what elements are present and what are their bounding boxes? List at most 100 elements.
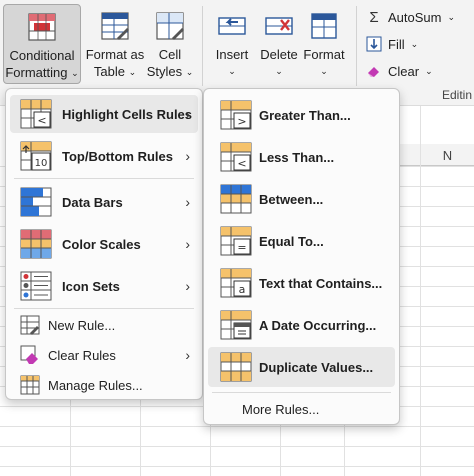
manage-rules-icon: [20, 375, 40, 395]
insert-cells-icon: [218, 17, 246, 35]
conditional-formatting-button[interactable]: Conditional Formatting ⌄: [3, 4, 81, 84]
chevron-right-icon: ›: [185, 278, 190, 294]
submenu-item-label: More Rules...: [242, 401, 320, 417]
autosum-button[interactable]: Σ AutoSum ⌄: [366, 8, 456, 26]
chevron-down-icon: ⌄: [275, 66, 283, 76]
svg-text:a: a: [239, 283, 246, 296]
chevron-down-icon: ⌄: [320, 66, 328, 76]
svg-text:<: <: [237, 157, 246, 170]
submenu-item-duplicate-values[interactable]: Duplicate Values...: [208, 347, 395, 387]
conditional-formatting-menu: < Highlight Cells Rules › 10 Top/Bottom …: [5, 88, 203, 400]
duplicate-values-icon: [220, 352, 252, 382]
menu-item-top-bottom-rules[interactable]: 10 Top/Bottom Rules ›: [10, 137, 198, 175]
chevron-right-icon: ›: [185, 106, 190, 122]
clear-label: Clear: [388, 63, 420, 79]
menu-item-label: Highlight Cells Rules: [62, 106, 193, 122]
cell-styles-label-1: Cell: [158, 47, 182, 62]
new-rule-icon: [20, 315, 40, 335]
format-label: Format: [303, 47, 345, 62]
submenu-item-label: Less Than...: [259, 149, 335, 165]
between-icon: [220, 184, 252, 214]
menu-separator: [212, 392, 391, 393]
format-as-table-button[interactable]: Format as Table ⌄: [85, 10, 145, 81]
highlight-cells-icon: <: [20, 99, 52, 129]
svg-text:>: >: [237, 115, 246, 128]
submenu-item-equal-to[interactable]: = Equal To...: [208, 221, 395, 261]
cell-styles-label-2: Styles ⌄: [146, 64, 194, 79]
cell-styles-button[interactable]: Cell Styles ⌄: [145, 10, 195, 81]
conditional-formatting-label-2: Formatting ⌄: [5, 65, 79, 80]
menu-item-label: New Rule...: [48, 317, 116, 333]
submenu-item-label: Greater Than...: [259, 107, 351, 123]
ribbon-divider: [202, 6, 203, 86]
menu-item-label: Manage Rules...: [48, 377, 143, 393]
equal-to-icon: =: [220, 226, 252, 256]
svg-text:=: =: [237, 241, 246, 254]
cell-styles-icon: [156, 12, 184, 40]
menu-item-icon-sets[interactable]: Icon Sets ›: [10, 267, 198, 305]
sigma-icon: Σ: [369, 8, 379, 26]
fill-down-icon: [366, 36, 382, 52]
submenu-item-greater-than[interactable]: > Greater Than...: [208, 95, 395, 135]
fill-button[interactable]: Fill ⌄: [366, 36, 418, 52]
menu-separator: [14, 178, 194, 179]
clear-rules-icon: [20, 345, 38, 364]
chevron-down-icon: ⌄: [228, 66, 236, 76]
format-as-table-label-2: Table ⌄: [93, 64, 137, 79]
chevron-down-icon: ⌄: [447, 11, 456, 22]
column-header-n[interactable]: N: [420, 144, 474, 166]
format-as-table-label-1: Format as: [85, 47, 145, 62]
color-scales-icon: [20, 229, 52, 259]
insert-label: Insert: [215, 47, 249, 62]
menu-item-label: Clear Rules: [48, 347, 116, 363]
svg-text:<: <: [37, 114, 46, 127]
menu-item-clear-rules[interactable]: Clear Rules ›: [10, 341, 198, 369]
fill-label: Fill: [388, 36, 405, 52]
chevron-down-icon: ⌄: [425, 65, 433, 76]
chevron-down-icon: ⌄: [128, 67, 137, 78]
submenu-item-more-rules[interactable]: More Rules...: [208, 395, 395, 423]
submenu-item-label: Text that Contains...: [259, 275, 383, 291]
svg-text:10: 10: [35, 158, 48, 169]
clear-button[interactable]: Clear ⌄: [366, 63, 433, 79]
chevron-down-icon: ⌄: [71, 68, 79, 79]
menu-item-label: Top/Bottom Rules: [62, 148, 173, 164]
delete-button[interactable]: Delete ⌄: [256, 10, 302, 80]
eraser-icon: [366, 63, 382, 79]
submenu-item-text-contains[interactable]: a Text that Contains...: [208, 263, 395, 303]
menu-item-new-rule[interactable]: New Rule...: [10, 311, 198, 339]
format-cells-icon: [311, 13, 337, 39]
less-than-icon: <: [220, 142, 252, 172]
insert-button[interactable]: Insert ⌄: [208, 10, 256, 80]
chevron-right-icon: ›: [185, 347, 190, 363]
gridline: [0, 426, 474, 427]
delete-label: Delete: [260, 47, 298, 62]
chevron-down-icon: ⌄: [185, 67, 194, 78]
chevron-right-icon: ›: [185, 236, 190, 252]
delete-cells-icon: [265, 17, 293, 35]
menu-item-data-bars[interactable]: Data Bars ›: [10, 183, 198, 221]
text-contains-icon: a: [220, 268, 252, 298]
data-bars-icon: [20, 187, 52, 217]
chevron-down-icon: ⌄: [410, 38, 419, 49]
submenu-item-label: Between...: [259, 191, 324, 207]
format-button[interactable]: Format ⌄: [300, 10, 348, 80]
menu-separator: [14, 308, 194, 309]
menu-item-highlight-cells-rules[interactable]: < Highlight Cells Rules ›: [10, 95, 198, 133]
menu-item-manage-rules[interactable]: Manage Rules...: [10, 371, 198, 399]
format-as-table-icon: [101, 12, 129, 40]
menu-item-color-scales[interactable]: Color Scales ›: [10, 225, 198, 263]
gridline: [0, 446, 474, 447]
menu-item-label: Data Bars: [62, 194, 123, 210]
submenu-item-less-than[interactable]: < Less Than...: [208, 137, 395, 177]
chevron-right-icon: ›: [185, 194, 190, 210]
submenu-item-label: A Date Occurring...: [259, 317, 377, 333]
editing-group-label: Editin: [441, 88, 472, 102]
submenu-item-between[interactable]: Between...: [208, 179, 395, 219]
conditional-formatting-label-1: Conditional: [9, 48, 75, 63]
ribbon-divider: [356, 6, 357, 86]
submenu-item-date-occurring[interactable]: A Date Occurring...: [208, 305, 395, 345]
submenu-item-label: Equal To...: [259, 233, 324, 249]
menu-item-label: Color Scales: [62, 236, 141, 252]
gridline: [0, 466, 474, 467]
